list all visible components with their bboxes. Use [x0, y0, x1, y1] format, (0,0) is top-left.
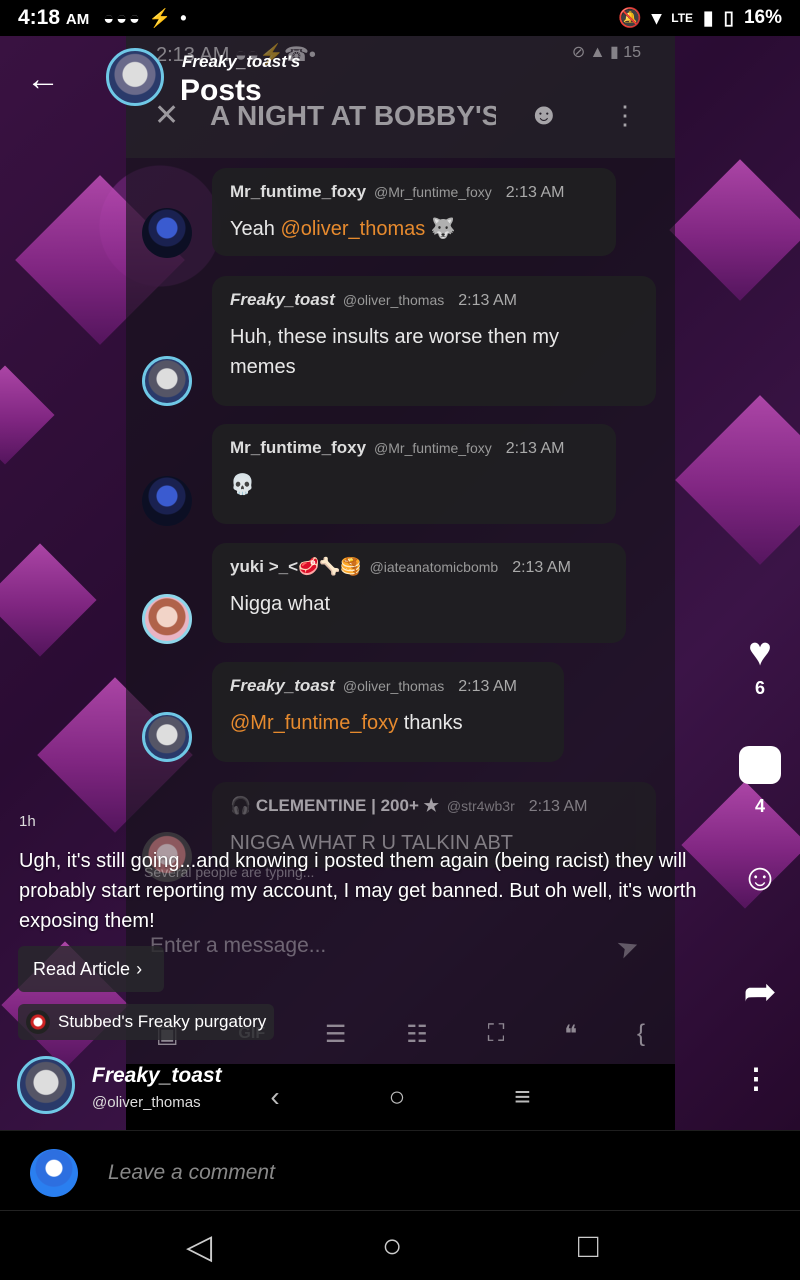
shot-more-icon: ⋮	[612, 100, 638, 130]
shot-menu-icon: ≡	[514, 1081, 531, 1112]
comment-count: 4	[754, 796, 765, 816]
chat-message: yuki >_<🥩🦴🥞 @iateanatomicbomb 2:13 AM Nigg…	[212, 543, 626, 643]
numbered-list-icon: ☷	[406, 1020, 428, 1048]
heart-icon: ♥	[748, 630, 772, 674]
bullet-list-icon: ☰	[324, 1020, 347, 1048]
shot-message-input: Enter a message...	[150, 934, 327, 957]
chat-message: Freaky_toast @oliver_thomas 2:13 AM Huh, t…	[212, 276, 656, 406]
comment-bar: Leave a comment	[0, 1130, 800, 1210]
read-article-button[interactable]: Read Article ›	[18, 946, 164, 992]
back-triangle-icon[interactable]: ◁	[186, 1227, 212, 1267]
brace-icon: {	[637, 1020, 646, 1047]
posts-owner: Freaky_toast's	[182, 52, 301, 71]
shot-home-icon: ○	[388, 1081, 406, 1112]
community-chip[interactable]: Stubbed's Freaky purgatory	[18, 1004, 275, 1040]
prop-button[interactable]: ☺	[738, 856, 782, 900]
lte-label: LTE	[671, 11, 694, 25]
recents-square-icon[interactable]: □	[578, 1227, 599, 1266]
status-time: 4:18 AM	[18, 6, 90, 29]
battery-icon: ▯	[723, 7, 734, 29]
more-options-icon[interactable]: ⋮	[742, 1062, 770, 1095]
notification-icons: ◒◒◒ ⚡ •	[103, 7, 189, 28]
shot-back-icon: ‹	[270, 1081, 280, 1112]
share-button[interactable]: ➦	[738, 970, 782, 1014]
mute-icon: 🔕	[618, 8, 642, 29]
profile-avatar[interactable]	[106, 48, 164, 106]
page-title: Posts	[180, 74, 262, 107]
shot-add-emoji-icon: ☻	[528, 98, 560, 131]
chevron-right-icon: ›	[136, 958, 143, 979]
shot-close-icon: ✕	[154, 99, 180, 132]
chat-message: Freaky_toast @oliver_thomas 2:13 AM @Mr_fu…	[212, 662, 564, 762]
comment-bubble-icon	[739, 746, 781, 784]
author-name[interactable]: Freaky_toast	[92, 1064, 222, 1088]
avatar	[142, 712, 192, 762]
battery-percent: 16%	[743, 7, 782, 28]
avatar	[142, 356, 192, 406]
post-image[interactable]: 2:13 AM ◒◒⚡☎• ⊘ ▲ ▮ 15 ✕ A NIGHT AT BOBB…	[126, 36, 675, 1130]
avatar	[142, 208, 192, 258]
chat-message: Mr_funtime_foxy @Mr_funtime_foxy 2:13 AM Y…	[212, 168, 616, 256]
comment-button[interactable]: 4	[738, 746, 782, 817]
home-circle-icon[interactable]: ○	[382, 1227, 403, 1266]
avatar	[142, 594, 192, 644]
like-count: 6	[754, 678, 765, 698]
like-button[interactable]: ♥ 6	[738, 630, 782, 699]
back-arrow-icon[interactable]: ←	[26, 60, 60, 99]
user-avatar	[30, 1149, 78, 1197]
shot-status-icons: ⊘ ▲ ▮ 15	[571, 44, 641, 61]
wifi-icon: ▾	[651, 7, 662, 29]
post-caption: Ugh, it's still going...and knowing i po…	[19, 850, 697, 932]
fullscreen-icon: ⛶	[487, 1020, 505, 1047]
community-avatar	[26, 1010, 50, 1034]
post-time: 1h	[19, 813, 36, 830]
author-avatar[interactable]	[17, 1056, 75, 1114]
avatar	[142, 476, 192, 526]
share-arrow-icon: ➦	[743, 970, 777, 1014]
community-name: Stubbed's Freaky purgatory	[58, 1012, 267, 1031]
signal-icon: ▮	[703, 7, 714, 29]
author-handle: @oliver_thomas	[92, 1094, 201, 1111]
status-bar: 4:18 AM ◒◒◒ ⚡ • 🔕 ▾ LTE ▮ ▯ 16%	[0, 0, 800, 36]
system-nav-bar: ◁ ○ □	[0, 1210, 800, 1280]
chat-message: Mr_funtime_foxy @Mr_funtime_foxy 2:13 AM 💀	[212, 424, 616, 524]
comment-input[interactable]: Leave a comment	[108, 1161, 275, 1185]
prop-icon: ☺	[740, 857, 780, 899]
quote-icon: ❝	[564, 1020, 578, 1048]
